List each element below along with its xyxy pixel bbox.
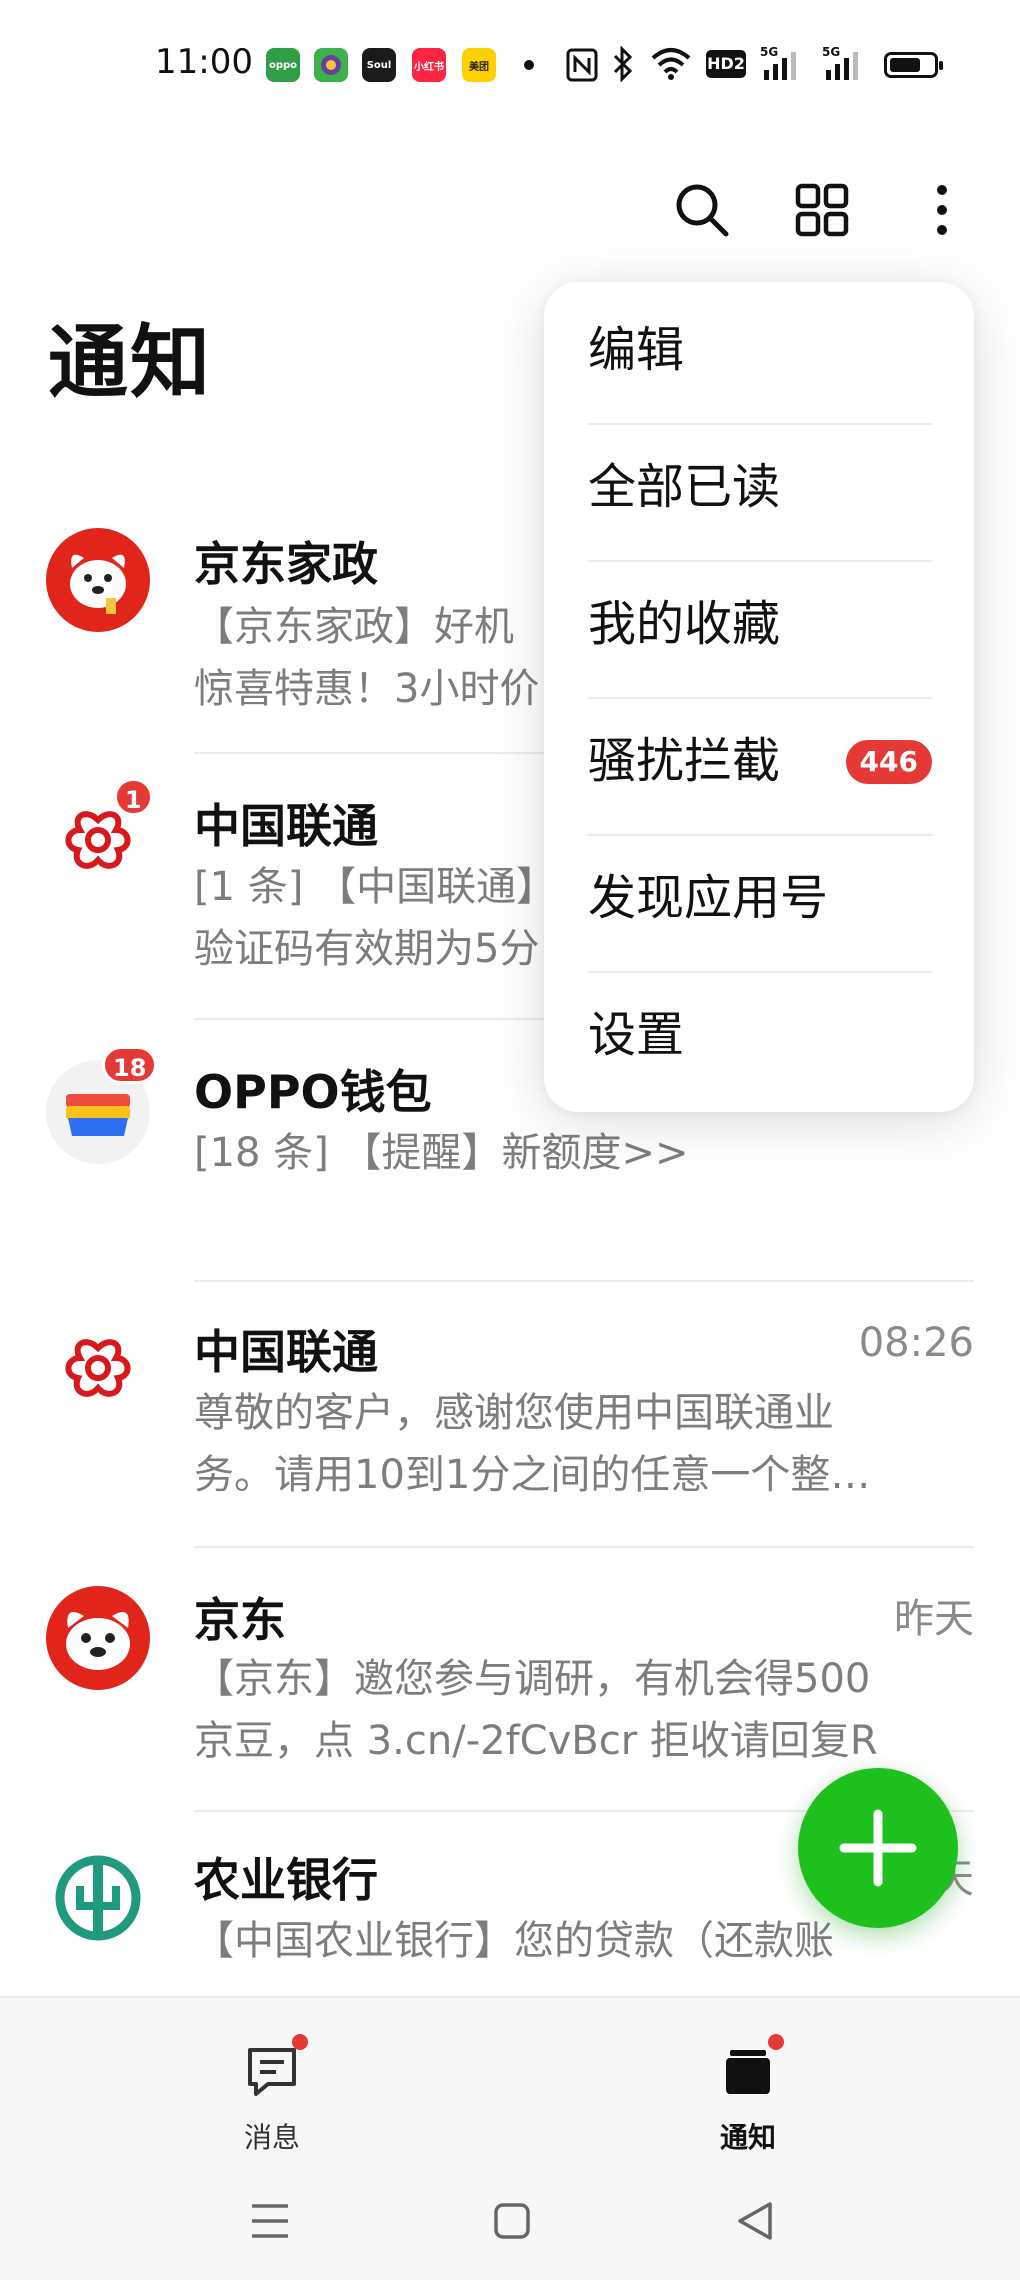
jd-home-avatar (46, 528, 150, 632)
unread-badge: 1 (114, 778, 153, 816)
square-icon (494, 2203, 530, 2239)
more-icon (937, 185, 947, 235)
oppo-wallet-avatar: 18 (46, 1046, 158, 1164)
tab-label: 消息 (243, 2121, 300, 2154)
meituan-app-icon: 美团 (462, 48, 496, 82)
notification-title: 京东家政 (194, 537, 378, 591)
plus-icon (839, 1809, 917, 1887)
notification-title: 中国联通 (194, 799, 378, 853)
recent-apps-button[interactable] (240, 2196, 300, 2246)
hd-icon: HD2 (706, 50, 746, 78)
signal-1-icon: 5G (760, 44, 806, 86)
status-bar: 11:00 oppo Soul 小红书 美团 HD2 5G 5G (0, 0, 1020, 130)
notification-time: 昨天 (894, 1596, 974, 1642)
search-button[interactable] (670, 178, 734, 242)
oppo-app-icon: oppo (266, 48, 300, 82)
notification-tab-icon (726, 2050, 770, 2094)
menu-item-settings[interactable]: 设置 (588, 967, 932, 1103)
xiaohongshu-app-icon: 小红书 (412, 48, 446, 82)
page-title: 通知 (48, 316, 212, 409)
message-icon (248, 2048, 296, 2096)
notification-title: 京东 (194, 1593, 286, 1647)
menu-item-discover-accounts[interactable]: 发现应用号 (588, 830, 932, 966)
notification-item[interactable]: 中国联通 08:26 尊敬的客户，感谢您使用中国联通业 务。请用10到1分之间的… (0, 1294, 1020, 1558)
soul-app-icon: Soul (362, 48, 396, 82)
notification-preview-line1: 尊敬的客户，感谢您使用中国联通业 (194, 1390, 834, 1436)
unicom-avatar: 1 (46, 778, 153, 894)
notification-preview-line1: 【京东】邀您参与调研，有机会得500 (194, 1656, 871, 1702)
jd-avatar (46, 1586, 150, 1690)
unicom-avatar (46, 1318, 150, 1422)
tab-label: 通知 (719, 2121, 776, 2154)
signal-2-icon: 5G (822, 44, 868, 86)
divider (194, 1280, 974, 1282)
menu-item-spam-block[interactable]: 骚扰拦截 446 (588, 693, 932, 829)
more-options-button[interactable] (910, 178, 974, 242)
back-button[interactable] (726, 2196, 786, 2246)
tab-messages[interactable]: 消息 (192, 2028, 352, 2158)
abc-bank-avatar (46, 1846, 150, 1950)
home-button[interactable] (482, 2196, 542, 2246)
nfc-icon (566, 48, 598, 86)
notification-title: 中国联通 (194, 1325, 378, 1379)
spam-count-badge: 446 (845, 740, 932, 784)
menu-item-favorites[interactable]: 我的收藏 (588, 556, 932, 692)
search-icon (676, 184, 729, 237)
game-app-icon (314, 48, 348, 82)
notification-title: 农业银行 (194, 1853, 378, 1907)
more-options-menu: 编辑 全部已读 我的收藏 骚扰拦截 446 发现应用号 设置 (544, 282, 974, 1112)
notification-title: OPPO钱包 (194, 1065, 432, 1119)
wifi-icon (650, 46, 692, 84)
menu-icon (252, 2204, 288, 2238)
svg-text:5G: 5G (760, 45, 778, 59)
notification-preview-line1: [18 条] 【提醒】新额度>> (194, 1130, 689, 1176)
unread-dot (292, 2034, 308, 2050)
unread-dot (768, 2034, 784, 2050)
notification-preview-line2: 京豆，点 3.cn/-2fCvBcr 拒收请回复R (194, 1718, 878, 1764)
menu-item-mark-all-read[interactable]: 全部已读 (588, 419, 932, 555)
status-time: 11:00 (155, 42, 253, 82)
tab-notifications[interactable]: 通知 (668, 2028, 828, 2158)
divider (194, 1546, 974, 1548)
menu-item-edit[interactable]: 编辑 (588, 282, 932, 418)
notification-preview-line2: 务。请用10到1分之间的任意一个整… (194, 1452, 871, 1498)
grid-icon (795, 183, 849, 237)
unread-badge: 18 (102, 1046, 158, 1084)
svg-text:5G: 5G (822, 45, 840, 59)
back-triangle-icon (738, 2202, 772, 2240)
bottom-navigation: 消息 通知 (0, 1996, 1020, 2280)
new-message-button[interactable] (798, 1768, 958, 1928)
bluetooth-icon (612, 45, 634, 86)
battery-icon (884, 52, 943, 78)
more-notifications-dot-icon (524, 60, 534, 70)
grid-view-button[interactable] (790, 178, 854, 242)
notification-time: 08:26 (858, 1320, 974, 1366)
